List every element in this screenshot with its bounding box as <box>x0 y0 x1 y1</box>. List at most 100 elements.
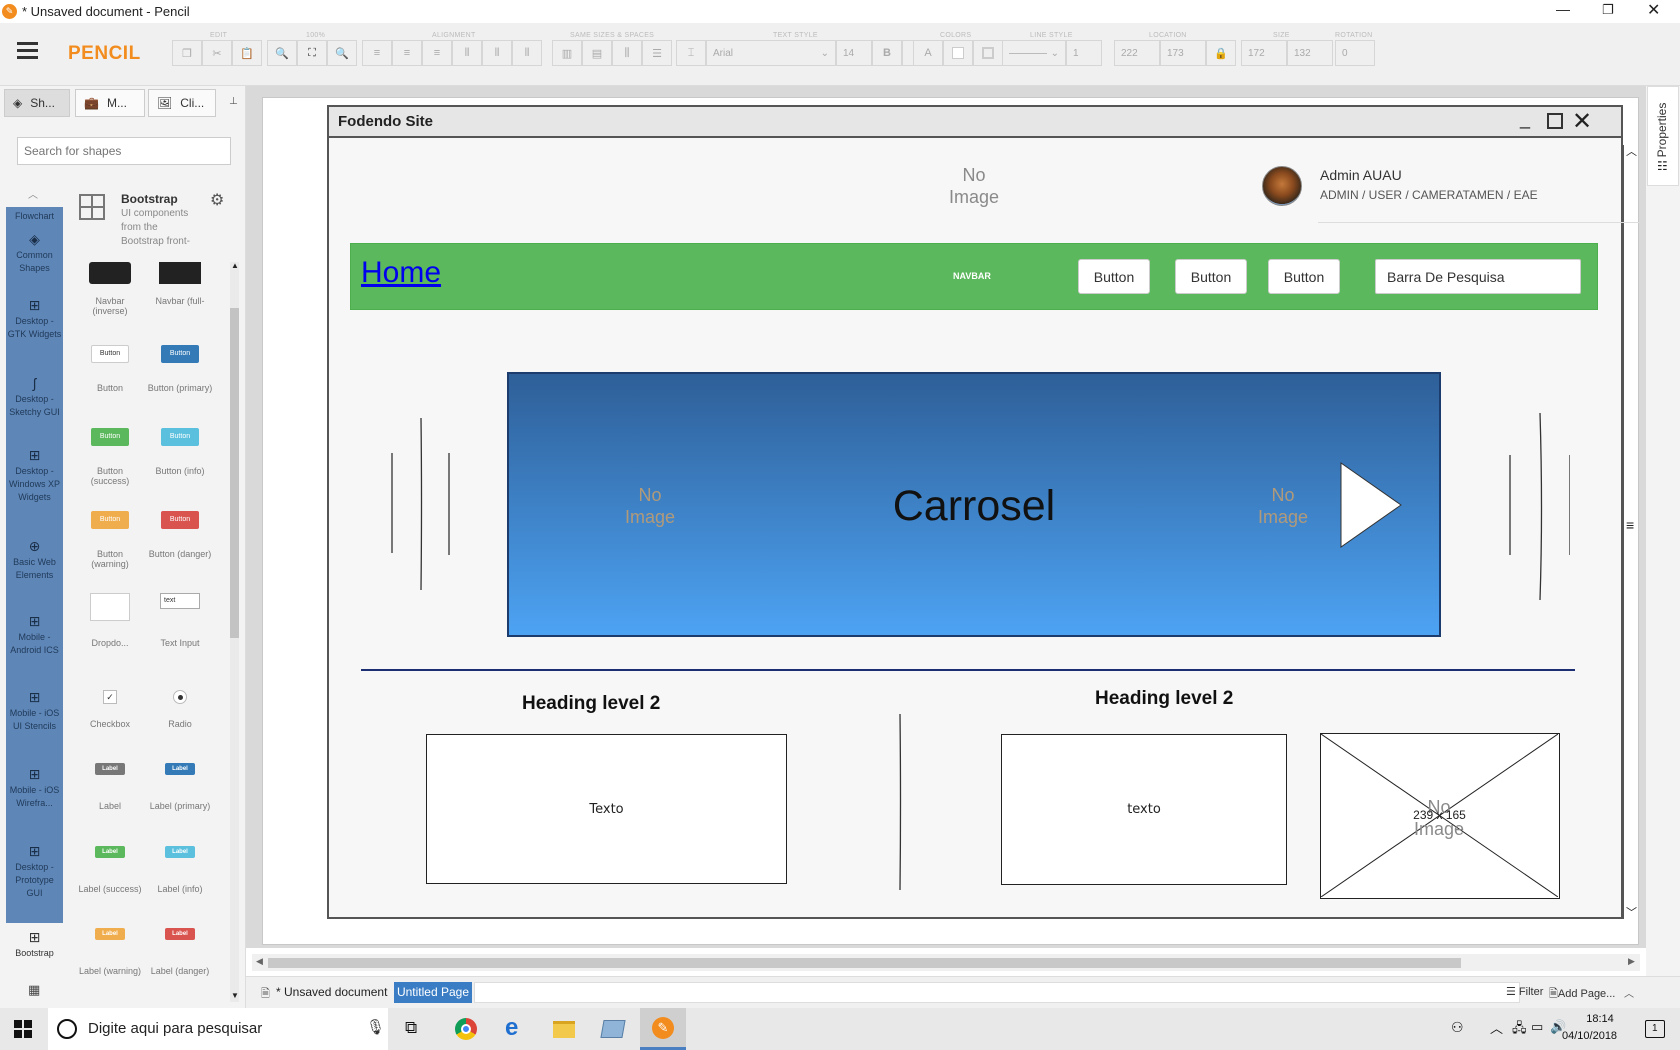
rotation-field[interactable]: 0 <box>1335 40 1375 66</box>
clock-date[interactable]: 04/10/2018 <box>1562 1030 1617 1042</box>
align-center-icon[interactable]: ≡ <box>392 40 422 66</box>
windows-start-icon[interactable] <box>14 1020 32 1038</box>
text-color-button[interactable]: A <box>913 40 943 66</box>
shape-label-primary[interactable]: Label Label (primary) <box>147 763 213 811</box>
space-horizontal-icon[interactable]: ⫼ <box>612 40 642 66</box>
app-taskbar-icon[interactable] <box>600 1020 626 1038</box>
pencil-taskbar-item[interactable]: ✎ <box>640 1008 686 1050</box>
location-x-field[interactable]: 222 <box>1114 40 1160 66</box>
shape-label-success[interactable]: Label Label (success) <box>77 846 143 894</box>
location-y-field[interactable]: 173 <box>1160 40 1206 66</box>
fill-color-button[interactable] <box>943 40 973 66</box>
shape-navbar-full[interactable]: Navbar (full- <box>147 262 213 306</box>
zoom-in-icon[interactable]: 🔍 <box>327 40 357 66</box>
shape-label-default[interactable]: Label Label <box>77 763 143 811</box>
restore-icon[interactable]: ❐ <box>1602 2 1614 18</box>
category-basic-web[interactable]: ⊕ Basic Web Elements <box>6 539 63 582</box>
taskbar-search-box[interactable]: Digite aqui para pesquisar 🎙 <box>48 1008 388 1050</box>
microphone-icon[interactable]: 🎙 <box>366 1018 385 1036</box>
shape-label-danger[interactable]: Label Label (danger) <box>147 928 213 976</box>
category-mobile-ios-stencils[interactable]: ⊞ Mobile - iOS UI Stencils <box>6 690 63 733</box>
stroke-color-button[interactable] <box>973 40 1003 66</box>
collection-settings-icon[interactable]: ⚙ <box>210 190 224 210</box>
notification-center-icon[interactable]: 1 <box>1645 1020 1665 1038</box>
align-middle-icon[interactable]: ⫴ <box>482 40 512 66</box>
category-mobile-ios-wireframe[interactable]: ⊞ Mobile - iOS Wirefra... <box>6 767 63 810</box>
shape-button-danger[interactable]: Button Button (danger) <box>147 511 213 559</box>
page-menu-chevron-icon[interactable]: ︿ <box>1624 985 1634 1000</box>
line-width-field[interactable]: 1 <box>1066 40 1102 66</box>
close-icon[interactable]: ✕ <box>1647 0 1660 20</box>
search-shapes-input[interactable] <box>17 137 231 165</box>
line-style-select[interactable]: ⌄ <box>1002 40 1066 66</box>
zoom-out-icon[interactable]: 🔍 <box>267 40 297 66</box>
tab-my-collections[interactable]: 💼 M... <box>75 89 145 117</box>
shape-button-success[interactable]: Button Button (success) <box>77 428 143 486</box>
lock-icon[interactable]: 🔒 <box>1206 40 1236 66</box>
chrome-icon[interactable] <box>455 1018 477 1040</box>
category-mobile-android[interactable]: ⊞ Mobile - Android ICS <box>6 614 63 657</box>
tab-shapes[interactable]: ◈ Sh... <box>4 89 70 117</box>
same-height-icon[interactable]: ▤ <box>582 40 612 66</box>
size-width-field[interactable]: 172 <box>1241 40 1287 66</box>
canvas-h-scrollbar-thumb[interactable] <box>268 958 1461 968</box>
tab-clipart[interactable]: 🖼 Cli... <box>148 89 216 117</box>
hamburger-menu-icon[interactable] <box>17 42 38 59</box>
network-icon[interactable]: 🖧 <box>1512 1019 1527 1041</box>
align-right-icon[interactable]: ≡ <box>422 40 452 66</box>
paste-icon[interactable]: 📋 <box>232 40 262 66</box>
category-flowchart[interactable]: Flowchart <box>6 210 63 223</box>
shape-label-info[interactable]: Label Label (info) <box>147 846 213 894</box>
page-tab-untitled[interactable]: Untitled Page <box>394 982 472 1003</box>
font-family-select[interactable]: Arial ⌄ <box>706 40 836 66</box>
add-page-button[interactable]: 🗎Add Page... <box>1549 985 1615 1004</box>
category-desktop-gtk[interactable]: ⊞ Desktop - GTK Widgets <box>6 298 63 341</box>
people-icon[interactable]: ⚇ <box>1451 1019 1464 1036</box>
align-top-icon[interactable]: ⫴ <box>452 40 482 66</box>
edge-icon[interactable]: e <box>505 1014 518 1042</box>
canvas-h-scrollbar[interactable]: ◀ ▶ <box>252 954 1640 971</box>
scroll-up-icon[interactable]: ︿ <box>28 186 38 201</box>
properties-tab[interactable]: Properties ☷ <box>1647 86 1679 186</box>
space-vertical-icon[interactable]: ☰ <box>642 40 672 66</box>
filter-button[interactable]: ☰ Filter <box>1506 985 1543 998</box>
scroll-left-icon[interactable]: ◀ <box>256 956 263 967</box>
bold-button[interactable]: B <box>872 40 902 66</box>
scroll-right-icon[interactable]: ▶ <box>1628 956 1635 967</box>
same-width-icon[interactable]: ▥ <box>552 40 582 66</box>
cut-icon[interactable]: ✂ <box>202 40 232 66</box>
size-height-field[interactable]: 132 <box>1287 40 1333 66</box>
more-categories-icon[interactable]: ▦ <box>28 982 40 998</box>
scroll-down-arrow-icon[interactable]: ▼ <box>231 991 239 1000</box>
shapes-scrollbar-thumb[interactable] <box>230 308 239 638</box>
shape-button-primary[interactable]: Button Button (primary) <box>147 345 213 393</box>
category-desktop-winxp[interactable]: ⊞ Desktop - Windows XP Widgets <box>6 448 63 504</box>
format-painter-icon[interactable]: ⌶ <box>676 40 706 66</box>
task-view-icon[interactable]: ⧉ <box>405 1018 417 1038</box>
tray-chevron-icon[interactable]: ︿ <box>1490 1018 1503 1037</box>
align-left-icon[interactable]: ≡ <box>362 40 392 66</box>
file-explorer-icon[interactable] <box>553 1021 575 1038</box>
align-bottom-icon[interactable]: ⫴ <box>512 40 542 66</box>
shape-navbar-inverse[interactable]: Navbar (inverse) <box>77 262 143 316</box>
scroll-up-arrow-icon[interactable]: ▲ <box>231 261 239 270</box>
font-size-field[interactable]: 14 <box>836 40 872 66</box>
category-bootstrap[interactable]: ⊞ Bootstrap <box>6 930 63 960</box>
pin-icon[interactable]: ⊥ <box>229 96 238 107</box>
shape-button-info[interactable]: Button Button (info) <box>147 428 213 476</box>
shape-checkbox[interactable]: ✓ Checkbox <box>77 690 143 729</box>
fit-screen-icon[interactable]: ⛶ <box>297 40 327 66</box>
shape-dropdown[interactable]: Dropdo... <box>77 593 143 648</box>
copy-icon[interactable]: ❐ <box>172 40 202 66</box>
minimize-icon[interactable]: — <box>1556 1 1570 17</box>
category-common-shapes[interactable]: ◈ Common Shapes <box>6 232 63 275</box>
category-desktop-prototype[interactable]: ⊞ Desktop - Prototype GUI <box>6 844 63 900</box>
shape-text-input[interactable]: text Text Input <box>147 593 213 648</box>
shape-radio[interactable]: Radio <box>147 690 213 729</box>
power-icon[interactable]: ▭ <box>1531 1019 1543 1035</box>
shape-label-warning[interactable]: Label Label (warning) <box>77 928 143 976</box>
clock-time[interactable]: 18:14 <box>1578 1013 1622 1025</box>
category-desktop-sketchy[interactable]: ʃ Desktop - Sketchy GUI <box>6 376 63 419</box>
shape-button[interactable]: Button Button <box>77 345 143 393</box>
shape-button-warning[interactable]: Button Button (warning) <box>77 511 143 569</box>
